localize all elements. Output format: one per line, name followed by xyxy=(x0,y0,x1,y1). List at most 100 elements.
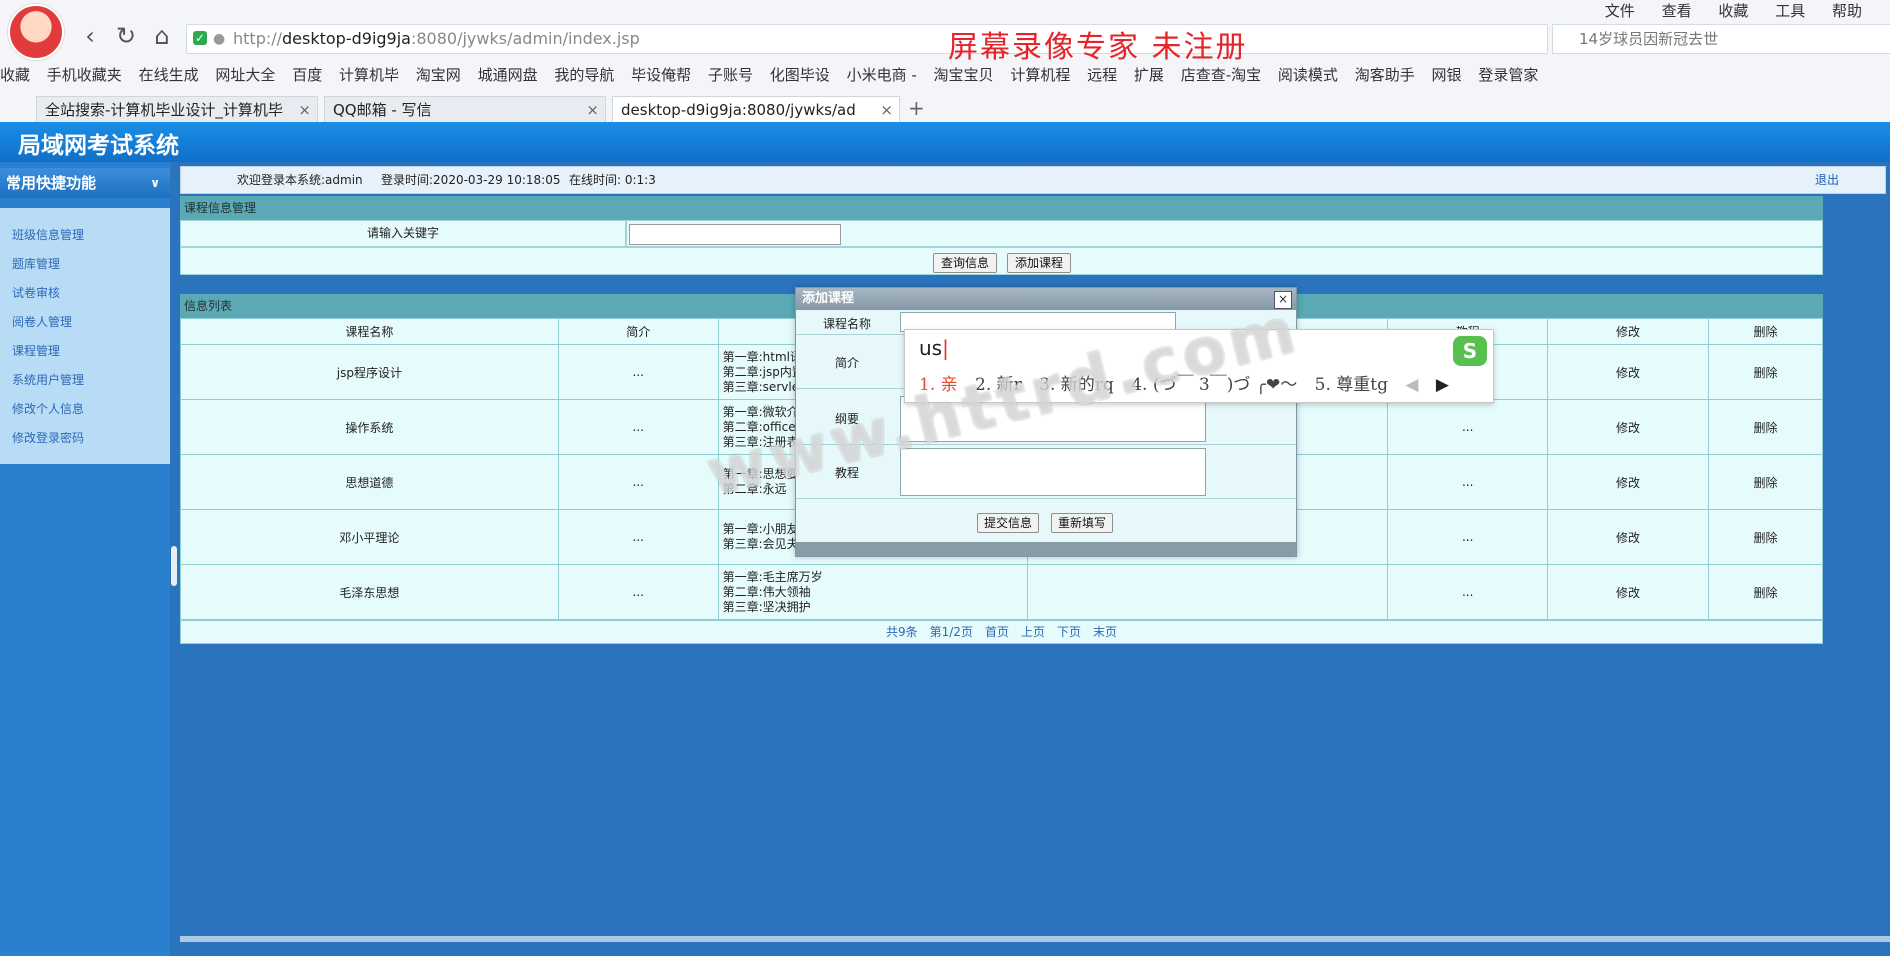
pager-last[interactable]: 末页 xyxy=(1093,625,1117,639)
bookmark-item[interactable]: 我的导航 xyxy=(554,66,614,84)
chevron-down-icon[interactable]: ∨ xyxy=(150,168,160,198)
close-icon[interactable]: × xyxy=(298,97,311,122)
bookmark-item[interactable]: 淘宝网 xyxy=(416,66,461,84)
delete-link[interactable]: 删除 xyxy=(1708,344,1823,400)
bookmark-item[interactable]: 化图毕设 xyxy=(770,66,830,84)
tutorial-textarea[interactable] xyxy=(900,448,1206,496)
keyword-input[interactable] xyxy=(629,224,841,245)
edit-link[interactable]: 修改 xyxy=(1547,344,1709,400)
close-icon[interactable]: × xyxy=(880,97,893,122)
menu-file[interactable]: 文件 xyxy=(1605,2,1635,20)
bookmark-item[interactable]: 淘宝宝贝 xyxy=(934,66,994,84)
delete-link[interactable]: 删除 xyxy=(1708,564,1823,620)
edit-link[interactable]: 修改 xyxy=(1547,564,1709,620)
menu-favorites[interactable]: 收藏 xyxy=(1718,2,1748,20)
url-text: http://desktop-d9ig9ja:8080/jywks/admin/… xyxy=(233,29,640,48)
ime-input-text: us xyxy=(919,336,943,360)
pager-prev[interactable]: 上页 xyxy=(1021,625,1045,639)
close-icon[interactable]: × xyxy=(586,97,599,122)
app-title: 局域网考试系统 xyxy=(18,133,179,159)
bookmark-item[interactable]: 计算机程 xyxy=(1010,66,1070,84)
outline-line: 第三章:坚决拥护 xyxy=(722,599,811,614)
menu-tools[interactable]: 工具 xyxy=(1775,2,1805,20)
sidebar-item-course[interactable]: 课程管理 xyxy=(12,339,60,363)
outline-line: 第二章:伟大领袖 xyxy=(722,584,811,599)
menu-view[interactable]: 查看 xyxy=(1662,2,1692,20)
bookmark-item[interactable]: 登录管家 xyxy=(1478,66,1538,84)
query-button[interactable]: 查询信息 xyxy=(933,253,997,273)
course-tutorial: ... xyxy=(1387,509,1549,565)
user-avatar[interactable] xyxy=(8,4,64,60)
tab-label: QQ邮箱 - 写信 xyxy=(333,101,432,119)
add-course-button[interactable]: 添加课程 xyxy=(1007,253,1071,273)
bookmark-item[interactable]: 百度 xyxy=(292,66,322,84)
course-intro: ... xyxy=(557,399,719,455)
bookmark-item[interactable]: 小米电商 - xyxy=(847,66,917,84)
submit-button[interactable]: 提交信息 xyxy=(977,513,1039,533)
course-name: jsp程序设计 xyxy=(180,344,559,400)
reload-icon[interactable]: ↻ xyxy=(112,22,140,50)
sidebar-item-question-bank[interactable]: 题库管理 xyxy=(12,252,60,276)
keyword-label: 请输入关键字 xyxy=(180,220,626,247)
bookmark-item[interactable]: 淘客助手 xyxy=(1355,66,1415,84)
bookmark-item[interactable]: 子账号 xyxy=(708,66,753,84)
logout-link[interactable]: 退出 xyxy=(1815,167,1839,193)
prev-page-icon[interactable]: ◀ xyxy=(1405,375,1418,395)
column-header: 简介 xyxy=(557,318,719,345)
bookmark-item[interactable]: 城通网盘 xyxy=(478,66,538,84)
address-bar[interactable]: ✓ ● http://desktop-d9ig9ja:8080/jywks/ad… xyxy=(186,24,1548,54)
table-row: 毛泽东思想 ... 第一章:毛主席万岁 第二章:伟大领袖 第三章:坚决拥护 ... … xyxy=(180,564,1823,620)
edit-link[interactable]: 修改 xyxy=(1547,454,1709,510)
menu-help[interactable]: 帮助 xyxy=(1832,2,1862,20)
pager-next[interactable]: 下页 xyxy=(1057,625,1081,639)
bookmark-item[interactable]: 阅读模式 xyxy=(1278,66,1338,84)
sidebar-item-profile[interactable]: 修改个人信息 xyxy=(12,397,84,421)
online-time: 在线时间: 0:1:3 xyxy=(569,173,656,187)
shield-icon: ✓ xyxy=(193,31,207,45)
search-suggestion: 14岁球员因新冠去世 xyxy=(1579,30,1719,48)
sidebar-item-system-users[interactable]: 系统用户管理 xyxy=(12,368,84,392)
delete-link[interactable]: 删除 xyxy=(1708,454,1823,510)
bookmark-item[interactable]: 网址大全 xyxy=(215,66,275,84)
bookmark-item[interactable]: 远程 xyxy=(1087,66,1117,84)
bookmark-item[interactable]: 扩展 xyxy=(1134,66,1164,84)
bookmark-item[interactable]: 网银 xyxy=(1432,66,1462,84)
edit-link[interactable]: 修改 xyxy=(1547,399,1709,455)
sidebar-collapse-handle[interactable] xyxy=(171,546,177,586)
tab-search[interactable]: 全站搜索-计算机毕业设计_计算机毕 × xyxy=(36,96,318,122)
course-name: 邓小平理论 xyxy=(180,509,559,565)
course-intro: ... xyxy=(557,454,719,510)
sogou-logo-icon: S xyxy=(1453,336,1487,366)
reset-button[interactable]: 重新填写 xyxy=(1051,513,1113,533)
tab-strip: 全站搜索-计算机毕业设计_计算机毕 × QQ邮箱 - 写信 × desktop-d9… xyxy=(0,94,1890,122)
bookmark-item[interactable]: 计算机毕 xyxy=(339,66,399,84)
bookmark-item[interactable]: 毕设俺帮 xyxy=(631,66,691,84)
browser-search-box[interactable]: 14岁球员因新冠去世 xyxy=(1552,24,1890,54)
sidebar-item-grader[interactable]: 阅卷人管理 xyxy=(12,310,72,334)
tab-current[interactable]: desktop-d9ig9ja:8080/jywks/ad × xyxy=(612,96,900,122)
new-tab-icon[interactable]: + xyxy=(908,96,925,120)
next-page-icon[interactable]: ▶ xyxy=(1436,375,1449,395)
app-header xyxy=(0,122,1890,162)
bookmark-item[interactable]: 收藏 xyxy=(0,66,30,84)
sidebar-header[interactable]: 常用快捷功能 ∨ xyxy=(0,168,170,198)
tab-qqmail[interactable]: QQ邮箱 - 写信 × xyxy=(324,96,606,122)
pager-first[interactable]: 首页 xyxy=(985,625,1009,639)
back-icon[interactable]: ‹ xyxy=(76,22,104,50)
bookmark-item[interactable]: 店查查-淘宝 xyxy=(1181,66,1261,84)
tab-label: 全站搜索-计算机毕业设计_计算机毕 xyxy=(45,101,283,119)
column-header: 删除 xyxy=(1708,318,1823,345)
edit-link[interactable]: 修改 xyxy=(1547,509,1709,565)
sidebar-item-paper-review[interactable]: 试卷审核 xyxy=(12,281,60,305)
bookmark-item[interactable]: 在线生成 xyxy=(139,66,199,84)
field-label: 课程名称 xyxy=(822,317,871,331)
delete-link[interactable]: 删除 xyxy=(1708,399,1823,455)
login-time: 登录时间:2020-03-29 10:18:05 xyxy=(381,173,561,187)
home-icon[interactable]: ⌂ xyxy=(148,22,176,50)
delete-link[interactable]: 删除 xyxy=(1708,509,1823,565)
ime-candidate[interactable]: 5. 尊重tg xyxy=(1315,375,1388,395)
sidebar-item-password[interactable]: 修改登录密码 xyxy=(12,426,84,450)
bookmark-item[interactable]: 手机收藏夹 xyxy=(47,66,122,84)
sidebar-item-class[interactable]: 班级信息管理 xyxy=(12,223,84,247)
horizontal-scrollbar[interactable] xyxy=(180,936,1890,942)
